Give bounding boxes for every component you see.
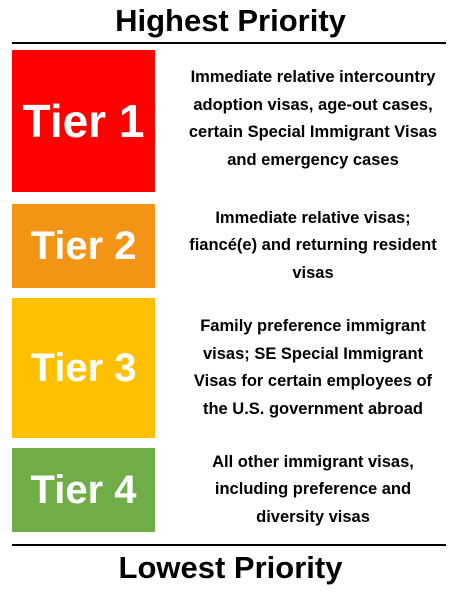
tier-row-3: Tier 3 Family preference immigrant visas…: [12, 298, 446, 438]
top-divider: [12, 42, 446, 44]
tier-4-box: Tier 4: [12, 448, 155, 532]
tier-2-description: Immediate relative visas; fiancé(e) and …: [189, 208, 437, 282]
tier-row-1: Tier 1 Immediate relative intercountry a…: [12, 50, 446, 192]
tier-3-box: Tier 3: [12, 298, 155, 438]
tier-row-2: Tier 2 Immediate relative visas; fiancé(…: [12, 204, 446, 288]
bottom-divider: [12, 544, 446, 546]
tier-2-box: Tier 2: [12, 204, 155, 288]
tier-2-label: Tier 2: [30, 223, 137, 268]
tier-1-label: Tier 1: [22, 95, 145, 147]
tier-1-box: Tier 1: [12, 50, 155, 192]
tier-1-description: Immediate relative intercountry adoption…: [188, 68, 438, 169]
tier-4-description: All other immigrant visas, including pre…: [212, 452, 414, 526]
bottom-heading: Lowest Priority: [118, 550, 343, 585]
tier-4-label: Tier 4: [30, 467, 137, 512]
tier-3-description: Family preference immigrant visas; SE Sp…: [193, 317, 433, 418]
tier-row-4: Tier 4 All other immigrant visas, includ…: [12, 448, 446, 532]
tier-3-label: Tier 3: [30, 345, 137, 390]
top-heading: Highest Priority: [115, 3, 346, 38]
